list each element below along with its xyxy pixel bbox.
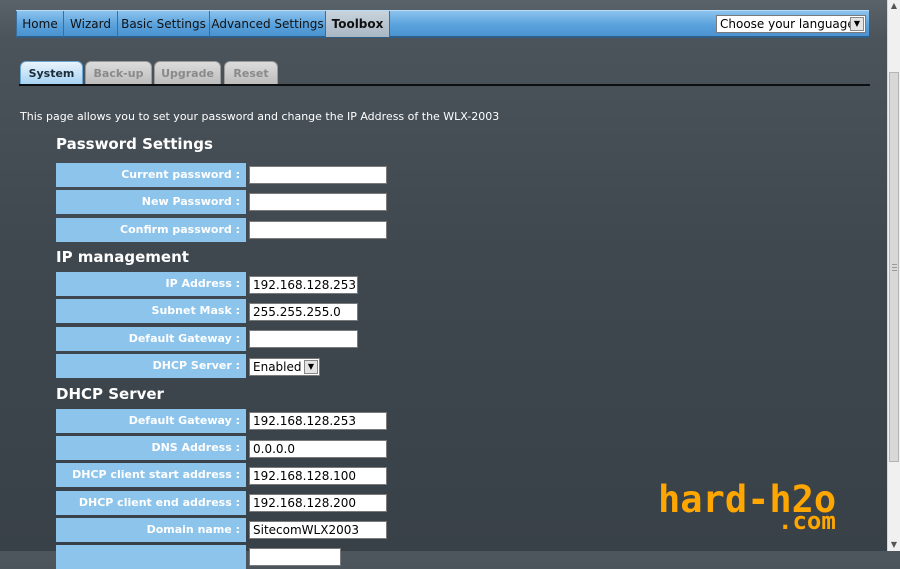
nav-wizard[interactable]: Wizard [64,11,118,37]
scroll-down-icon[interactable]: ▼ [888,539,900,551]
dhcp-start-address-input[interactable]: 192.168.128.100 [249,467,387,485]
subnet-mask-input[interactable]: 255.255.255.0 [249,303,358,321]
ip-default-gateway-label: Default Gateway : [56,327,246,351]
vertical-scrollbar[interactable]: ▲ ▼ [887,0,900,551]
language-select[interactable]: Choose your language ▼ [716,15,866,33]
dhcp-server-value: Enabled [253,360,302,374]
confirm-password-label: Confirm password : [56,218,246,242]
chevron-down-icon: ▼ [304,360,318,374]
scroll-thumb[interactable] [889,72,899,462]
nav-home[interactable]: Home [16,11,64,37]
grip-line [892,270,897,271]
nav-advanced-settings[interactable]: Advanced Settings [210,11,326,37]
password-settings-title: Password Settings [56,135,213,153]
language-select-label: Choose your language [720,17,855,31]
domain-name-input[interactable]: SitecomWLX2003 [249,521,387,539]
tab-divider [19,84,870,86]
tab-backup[interactable]: Back-up [85,61,152,85]
tab-system[interactable]: System [20,61,83,85]
dhcp-server-select[interactable]: Enabled ▼ [249,358,320,376]
ip-address-label: IP Address : [56,272,246,296]
grip-line [892,267,897,268]
ip-default-gateway-input[interactable] [249,330,358,348]
confirm-password-input[interactable] [249,221,387,239]
scroll-up-icon[interactable]: ▲ [888,0,900,12]
dhcp-end-address-input[interactable]: 192.168.128.200 [249,494,387,512]
ip-address-input[interactable]: 192.168.128.253 [249,276,358,294]
tab-upgrade[interactable]: Upgrade [154,61,221,85]
chevron-down-icon: ▼ [850,17,864,31]
current-password-label: Current password : [56,163,246,187]
watermark-logo-suffix: .com [778,507,836,535]
page-description: This page allows you to set your passwor… [20,110,500,123]
dhcp-default-gateway-input[interactable]: 192.168.128.253 [249,412,387,430]
subnet-mask-label: Subnet Mask : [56,299,246,323]
dns-address-label: DNS Address : [56,436,246,460]
dhcp-end-address-label: DHCP client end address : [56,491,246,515]
nav-toolbox[interactable]: Toolbox [326,11,390,37]
domain-name-label: Domain name : [56,518,246,542]
dhcp-start-address-label: DHCP client start address : [56,463,246,487]
nav-basic-settings[interactable]: Basic Settings [118,11,210,37]
dhcp-server-title: DHCP Server [56,385,164,403]
ip-management-title: IP management [56,248,189,266]
dns-address-input[interactable]: 0.0.0.0 [249,440,387,458]
new-password-input[interactable] [249,193,387,211]
grip-line [892,264,897,265]
new-password-label: New Password : [56,190,246,214]
current-password-input[interactable] [249,166,387,184]
tab-reset[interactable]: Reset [224,61,278,85]
dhcp-default-gateway-label: Default Gateway : [56,409,246,433]
dhcp-server-label: DHCP Server : [56,354,246,378]
next-row-label [56,545,246,569]
